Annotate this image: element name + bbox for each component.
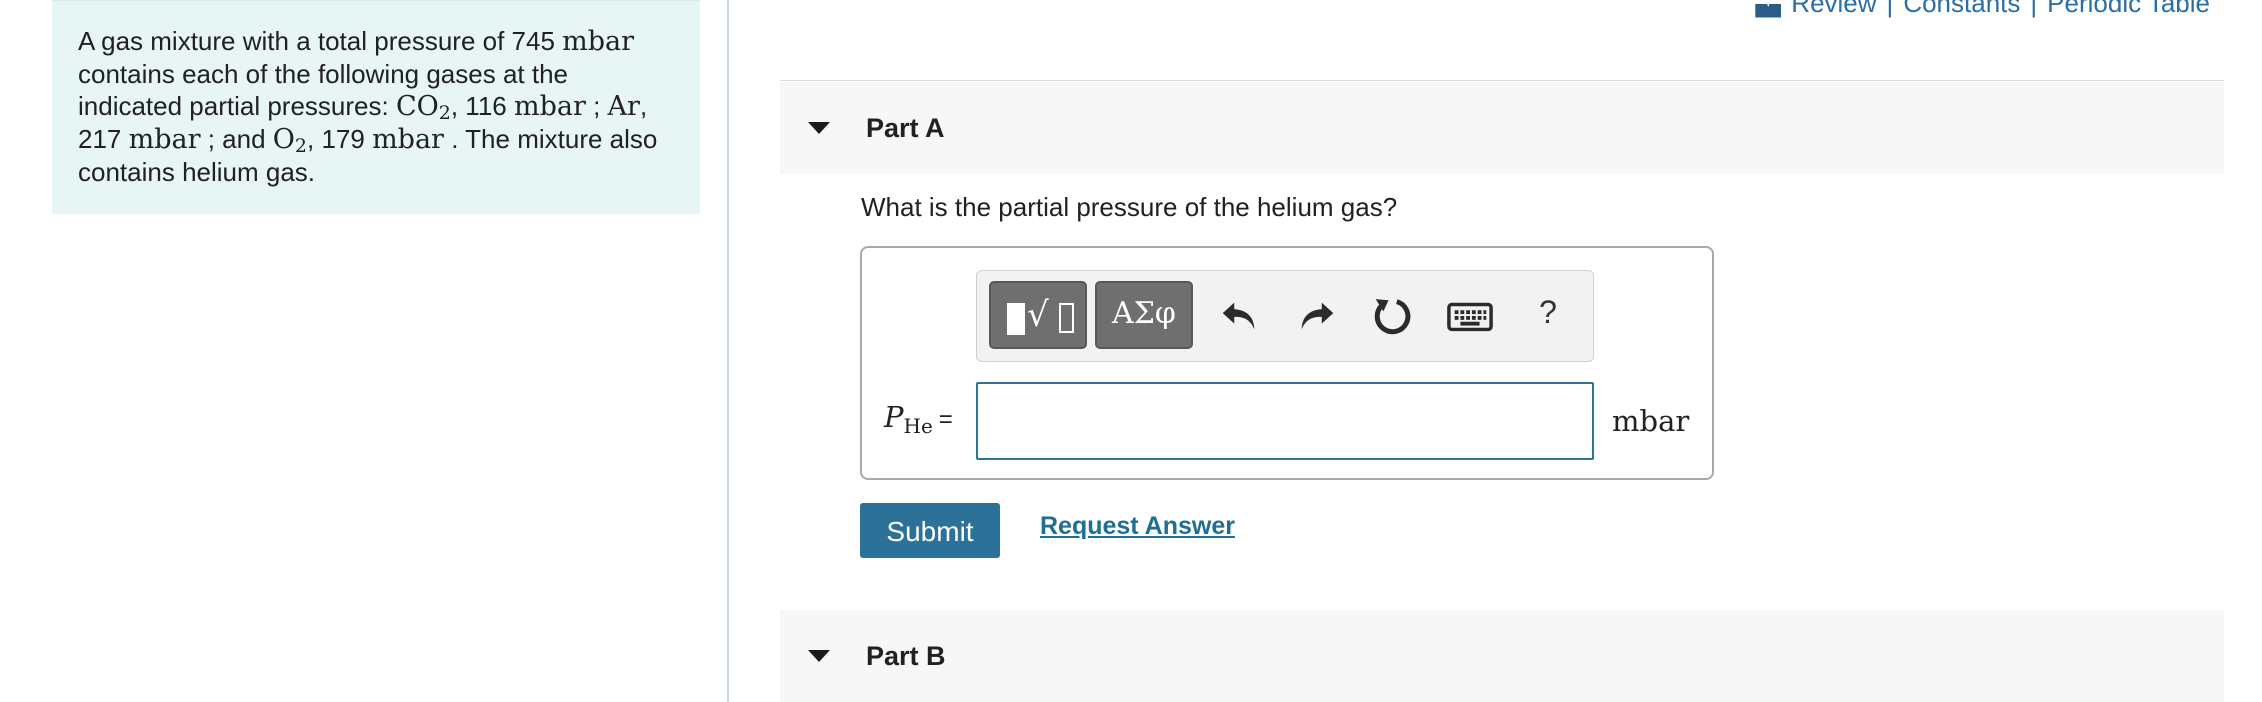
- header-divider: [780, 80, 2224, 81]
- problem-statement: A gas mixture with a total pressure of 7…: [52, 0, 700, 214]
- reset-icon[interactable]: [1369, 293, 1415, 339]
- caret-down-icon[interactable]: [808, 122, 830, 134]
- link-separator: |: [2030, 0, 2038, 18]
- problem-text: A gas mixture with a total pressure of 7…: [78, 26, 658, 187]
- constants-link[interactable]: Constants: [1903, 0, 2020, 19]
- undo-icon[interactable]: [1217, 293, 1263, 339]
- book-icon: [1755, 3, 1782, 18]
- question-text: What is the partial pressure of the heli…: [861, 192, 1398, 222]
- submit-button[interactable]: Submit: [860, 503, 1000, 558]
- caret-down-icon[interactable]: [808, 650, 830, 662]
- part-a-header[interactable]: Part A: [780, 82, 2224, 174]
- column-divider: [727, 0, 729, 702]
- greek-symbols-button[interactable]: ΑΣφ: [1095, 281, 1193, 349]
- redo-icon[interactable]: [1293, 293, 1339, 339]
- math-toolbar: √ ΑΣφ ?: [976, 270, 1594, 362]
- answer-input[interactable]: [976, 382, 1594, 460]
- unit-label: mbar: [1612, 404, 1690, 438]
- review-link[interactable]: Review: [1791, 0, 1876, 19]
- answer-panel: √ ΑΣφ ? PHe = mbar: [860, 246, 1714, 480]
- header-links: Review | Constants | Periodic Table: [1755, 0, 2210, 19]
- part-b-header[interactable]: Part B: [780, 610, 2224, 702]
- link-separator: |: [1886, 0, 1894, 18]
- help-button[interactable]: ?: [1525, 289, 1571, 335]
- keyboard-icon[interactable]: [1447, 293, 1493, 339]
- request-answer-link[interactable]: Request Answer: [1040, 512, 1235, 541]
- variable-label: PHe =: [884, 400, 953, 438]
- templates-button[interactable]: √: [989, 281, 1087, 349]
- periodic-table-link[interactable]: Periodic Table: [2047, 0, 2210, 19]
- part-a-title: Part A: [866, 113, 945, 143]
- part-b-title: Part B: [866, 641, 946, 671]
